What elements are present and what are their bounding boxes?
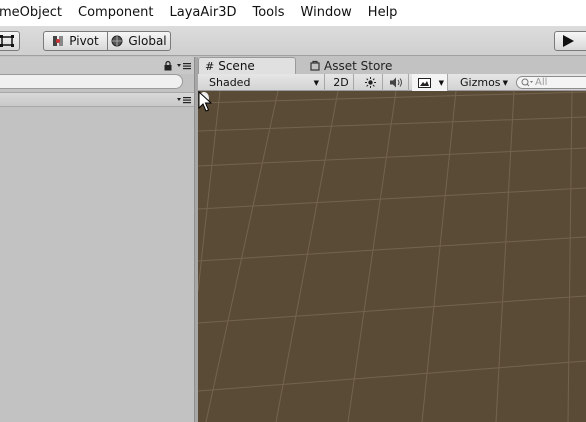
menu-tools[interactable]: Tools: [245, 0, 293, 26]
play-icon: [563, 35, 574, 47]
scene-viewport[interactable]: [198, 91, 586, 422]
scene-tab-bar: # Scene Asset Store: [198, 57, 586, 74]
menu-help[interactable]: Help: [360, 0, 406, 26]
transform-tool-button[interactable]: [0, 31, 20, 51]
tab-scene-label: Scene: [218, 59, 255, 73]
hierarchy-header: [0, 57, 194, 74]
mouse-cursor-icon: [198, 91, 212, 112]
menu-bar: meObject Component LayaAir3D Tools Windo…: [0, 0, 586, 26]
effects-dropdown[interactable]: ▼: [412, 74, 448, 91]
panel-menu-icon[interactable]: [177, 96, 191, 104]
dropdown-arrow-icon: ▼: [313, 78, 319, 87]
hierarchy-subheader: [0, 92, 194, 107]
mode-2d-button[interactable]: 2D: [329, 74, 354, 91]
sun-icon: [364, 77, 376, 88]
search-icon: [521, 78, 533, 87]
speaker-icon: [389, 77, 402, 88]
scene-toolbar: Shaded ▼ 2D ▼ Gizmos ▼ All: [198, 74, 586, 91]
play-button[interactable]: [554, 31, 586, 51]
shading-mode-label: Shaded: [209, 76, 251, 89]
shading-mode-dropdown[interactable]: Shaded ▼: [198, 74, 325, 91]
tab-asset-store-label: Asset Store: [324, 58, 393, 73]
menu-window[interactable]: Window: [293, 0, 360, 26]
scene-search-input[interactable]: All: [516, 76, 586, 89]
dropdown-arrow-icon: ▼: [502, 78, 508, 87]
dropdown-arrow-icon: ▼: [438, 78, 444, 87]
image-icon: [418, 77, 431, 88]
mode-2d-label: 2D: [333, 76, 349, 89]
hierarchy-search-input[interactable]: [0, 74, 183, 89]
global-toggle-button[interactable]: Global: [107, 31, 171, 51]
gizmos-label: Gizmos: [460, 76, 501, 89]
bag-icon: [310, 60, 320, 71]
panel-menu-icon[interactable]: [177, 62, 191, 70]
transform-tool-icon: [0, 35, 14, 47]
lock-icon[interactable]: [164, 61, 172, 71]
menu-layaair3d[interactable]: LayaAir3D: [162, 0, 245, 26]
scene-grid: [198, 91, 586, 422]
tab-asset-store[interactable]: Asset Store: [304, 57, 404, 74]
pivot-icon: [53, 36, 64, 46]
grid-icon: #: [205, 59, 215, 73]
lighting-toggle-button[interactable]: [358, 74, 383, 91]
scene-search-placeholder: All: [535, 77, 548, 88]
main-toolbar: Pivot Global: [0, 26, 586, 56]
hierarchy-panel: [0, 57, 194, 422]
gizmos-dropdown[interactable]: Gizmos ▼: [456, 74, 510, 91]
global-label: Global: [128, 34, 167, 48]
audio-toggle-button[interactable]: [385, 74, 409, 91]
pivot-toggle-button[interactable]: Pivot: [43, 31, 108, 51]
tab-scene[interactable]: # Scene: [198, 57, 296, 74]
menu-gameobject[interactable]: meObject: [0, 0, 70, 26]
menu-component[interactable]: Component: [70, 0, 161, 26]
pivot-label: Pivot: [69, 34, 99, 48]
globe-icon: [111, 35, 123, 47]
